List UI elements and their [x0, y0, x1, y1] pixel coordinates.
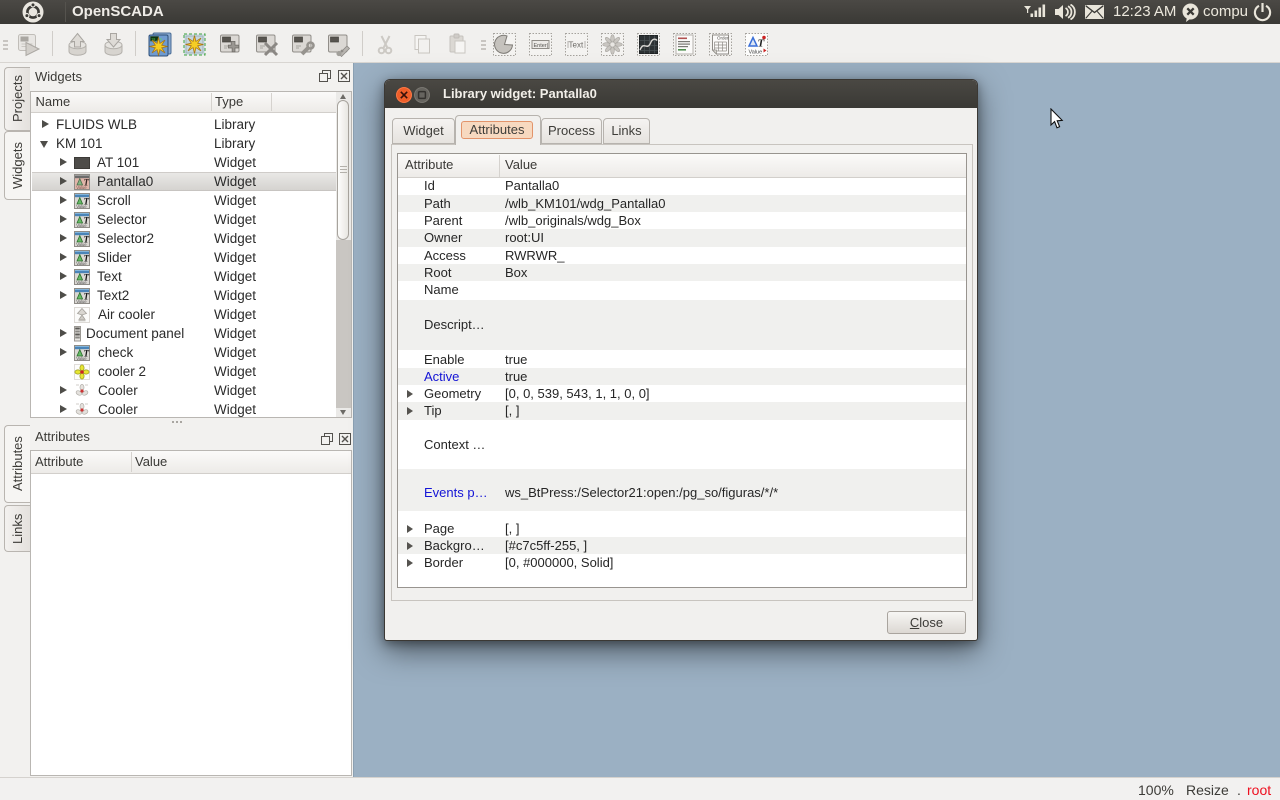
svg-text:Enter|: Enter| [534, 43, 549, 49]
svg-text:Text: Text [569, 41, 584, 50]
svg-text:Order: Order [717, 36, 729, 41]
svg-text:Value: Value [749, 50, 763, 56]
